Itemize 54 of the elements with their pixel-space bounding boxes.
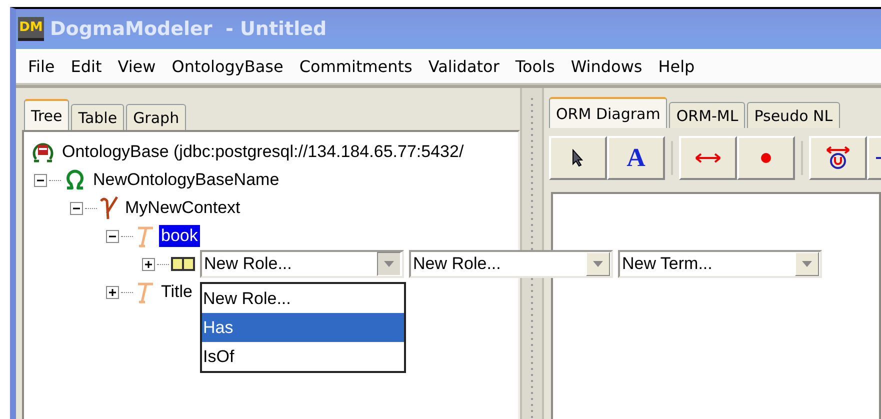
- collapse-toggle[interactable]: [34, 174, 47, 186]
- expand-toggle[interactable]: [142, 258, 155, 270]
- down-arrow-icon: [802, 261, 812, 267]
- double-arrow-tool-button[interactable]: [679, 136, 737, 180]
- double-arrow-icon: [695, 153, 721, 163]
- dropdown-option[interactable]: IsOf: [202, 342, 404, 371]
- menu-item[interactable]: OntologyBase: [164, 56, 292, 76]
- menu-item[interactable]: View: [110, 56, 164, 76]
- dot-tool-button[interactable]: [737, 136, 795, 180]
- menu-item[interactable]: File: [20, 56, 63, 76]
- tree-item[interactable]: OntologyBase (jdbc:postgresql://134.184.65.77:5432/: [60, 141, 466, 163]
- menu-item[interactable]: Tools: [507, 56, 563, 76]
- window-title: DogmaModeler - Untitled: [50, 18, 327, 40]
- down-arrow-icon: [593, 261, 603, 267]
- dot-icon: [760, 152, 772, 164]
- arrow-circle-icon: [826, 146, 850, 170]
- tab[interactable]: Pseudo NL: [747, 102, 840, 128]
- down-arrow-icon: [384, 261, 394, 267]
- dropdown-option[interactable]: New Role...: [202, 284, 404, 313]
- tab[interactable]: Table: [71, 104, 124, 130]
- expand-toggle[interactable]: [106, 286, 119, 298]
- dash-icon: [875, 154, 881, 162]
- tab[interactable]: ORM-ML: [669, 102, 746, 128]
- splitter[interactable]: [520, 88, 544, 419]
- menu-item[interactable]: Windows: [562, 56, 650, 76]
- gamma-icon: [99, 195, 119, 221]
- menu-item[interactable]: Help: [650, 56, 703, 76]
- tree-item[interactable]: book: [159, 225, 200, 247]
- dropdown-option[interactable]: Has: [202, 313, 404, 342]
- plus-icon: [144, 260, 153, 268]
- role-boxes-icon: [171, 257, 195, 271]
- plus-icon: [108, 288, 117, 296]
- tree-item[interactable]: MyNewContext: [123, 197, 242, 219]
- term-dropdown[interactable]: New Term...: [618, 250, 822, 278]
- dropdown-arrow-button[interactable]: [377, 252, 401, 276]
- collapse-toggle[interactable]: [70, 202, 83, 214]
- diagram-canvas[interactable]: [551, 192, 881, 419]
- menu-item[interactable]: Validator: [420, 56, 508, 76]
- menu-item[interactable]: Commitments: [291, 56, 420, 76]
- tab[interactable]: ORM Diagram: [549, 97, 668, 128]
- pointer-tool-button[interactable]: [549, 136, 607, 180]
- term-icon: [135, 280, 155, 304]
- uniqueness-tool-button[interactable]: [809, 136, 867, 180]
- tree-item[interactable]: NewOntologyBaseName: [91, 169, 282, 191]
- app-logo: DM: [18, 17, 44, 41]
- menu-item[interactable]: Edit: [62, 56, 110, 76]
- role-dropdown[interactable]: New Role...: [409, 250, 613, 278]
- term-icon: [135, 224, 155, 248]
- tree-item[interactable]: Title: [159, 281, 194, 303]
- tab[interactable]: Graph: [126, 104, 186, 130]
- text-tool-button[interactable]: A: [607, 136, 665, 180]
- collapse-toggle[interactable]: [106, 230, 119, 242]
- pointer-icon: [572, 149, 584, 167]
- tab[interactable]: Tree: [24, 99, 70, 130]
